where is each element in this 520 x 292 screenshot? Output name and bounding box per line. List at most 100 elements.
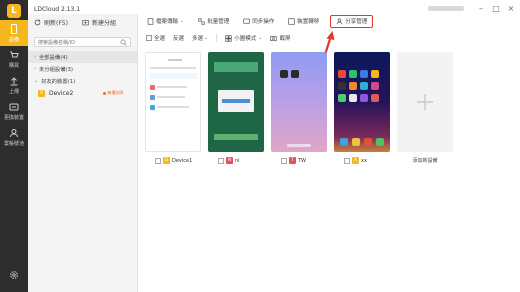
maximize-button[interactable]: □ [491,4,501,14]
group-ungrouped[interactable]: › 未分組設備(3) [28,63,137,75]
multi-select-label: 多選 [192,36,204,42]
multi-select-dropdown[interactable]: 多選 ⌄ [192,34,208,42]
device-icon [11,23,17,34]
group-label: 全部設備(4) [39,55,68,61]
group-all-devices[interactable]: › 全部設備(4) [28,51,137,63]
toolbar-label: 裝置轉移 [297,19,320,25]
select-all-checkbox[interactable]: 全選 [146,34,165,42]
group-label: 好友的裝置(1) [41,79,76,85]
device-screen-thumbnail[interactable] [334,52,390,152]
add-device-label: 添加新設備 [412,158,438,164]
status-dot-icon [103,91,107,95]
device-badge: N [226,157,233,164]
status-label: 無權訪問 [107,90,124,95]
toolbar-label: 檔案傳輸 [156,19,179,25]
nav-label: 購買 [8,62,19,69]
new-folder-icon [82,20,89,26]
device-checkbox[interactable] [155,157,161,164]
share-manage-button[interactable]: 分享管理 [330,14,374,28]
group-friend-devices[interactable]: ⌄ 好友的裝置(1) [28,75,137,87]
nav-cloud-accounts[interactable]: 雲帳號池 [0,124,28,150]
add-device-card[interactable]: 添加新設備 [397,52,453,164]
device-name: xx [361,157,367,164]
nav-devices[interactable]: 設備 [0,20,28,46]
nav-purchase[interactable]: 購買 [0,46,28,72]
dropdown-arrow-icon: ⌄ [180,18,185,24]
app-title: LDCloud 2.13.1 [34,6,81,13]
device-label: X xx [334,157,390,164]
device-transfer-button[interactable]: 裝置轉移 [285,15,322,27]
device-grid: D Device1 N ni T TW X xx 添加新設備 [145,52,453,164]
device-screen-thumbnail[interactable] [145,52,201,152]
nav-swap-device[interactable]: 更換裝置 [0,98,28,124]
divider [216,34,218,42]
device-card[interactable]: N ni [208,52,264,164]
view-mode-dropdown[interactable]: 小圖模式 ⌄ [225,34,262,42]
sync-operation-button[interactable]: 同步操作 [240,15,277,27]
app-logo: L [7,4,21,18]
settings-icon[interactable] [9,270,19,280]
device-label: T TW [271,157,327,164]
swap-icon [9,103,19,110]
nav-label: 上傳 [8,88,19,95]
device-badge: X [38,89,45,97]
view-mode-label: 小圖模式 [234,36,257,42]
device-label: N ni [208,157,264,164]
batch-icon [198,17,205,25]
friend-device-row[interactable]: X Device2 無權訪問 [28,87,137,99]
file-transfer-button[interactable]: 檔案傳輸 ⌄ [144,15,187,27]
invert-selection-button[interactable]: 反選 [173,34,184,42]
account-info-blurred [428,6,464,11]
toolbar-label: 分享管理 [345,19,368,25]
refresh-button[interactable]: 刷新(F5) [34,18,68,27]
device-name: Device1 [172,157,193,164]
cloud-user-icon [10,128,18,137]
new-group-button[interactable]: 新建分組 [82,18,116,27]
chevron-down-icon: ⌄ [258,35,263,41]
screenshot-button[interactable]: 截屏 [270,34,290,42]
collapse-arrow-icon[interactable]: › [34,66,36,72]
sync-icon [243,18,250,24]
left-nav-rail: L 設備 購買 上傳 更換裝置 雲帳號池 [0,0,28,292]
device-card[interactable]: D Device1 [145,52,201,164]
friend-device-name: Device2 [49,89,74,97]
device-search-box[interactable] [34,37,131,48]
device-search-input[interactable] [35,38,125,48]
device-badge: D [163,157,170,164]
transfer-icon [288,17,295,25]
screenshot-label: 截屏 [279,36,291,42]
cart-icon [10,51,19,57]
plus-icon [417,94,433,110]
select-all-label: 全選 [154,36,166,42]
device-checkbox[interactable] [218,157,224,164]
device-checkbox[interactable] [281,157,287,164]
upload-icon [10,76,18,85]
minimize-button[interactable]: – [476,4,486,14]
nav-upload[interactable]: 上傳 [0,72,28,98]
device-screen-thumbnail[interactable] [271,52,327,152]
nav-label: 雲帳號池 [3,140,24,147]
checkbox[interactable] [146,35,152,41]
device-checkbox[interactable] [344,157,350,164]
expand-arrow-icon[interactable]: ⌄ [34,78,38,84]
toolbar-label: 批量管理 [207,19,230,25]
refresh-icon [34,19,41,26]
group-panel: 刷新(F5) 新建分組 › 全部設備(4) › 未分組設備(3) ⌄ 好友的裝置… [28,14,138,292]
device-screen-thumbnail[interactable] [208,52,264,152]
batch-manage-button[interactable]: 批量管理 [195,15,232,27]
add-device-button[interactable] [397,52,453,152]
device-name: ni [235,157,240,164]
new-group-label: 新建分組 [91,20,116,27]
selection-toolbar: 全選 反選 多選 ⌄ 小圖模式 ⌄ 截屏 [140,33,516,43]
group-label: 未分組設備(3) [39,67,73,73]
device-card[interactable]: T TW [271,52,327,164]
user-share-icon [336,18,343,24]
device-card[interactable]: X xx [334,52,390,164]
search-icon[interactable] [120,39,127,46]
device-label: D Device1 [145,157,201,164]
device-badge: T [289,157,296,164]
file-transfer-icon [147,17,154,25]
collapse-arrow-icon[interactable]: › [34,54,36,60]
nav-label: 設備 [8,36,19,43]
close-button[interactable]: × [506,4,516,14]
